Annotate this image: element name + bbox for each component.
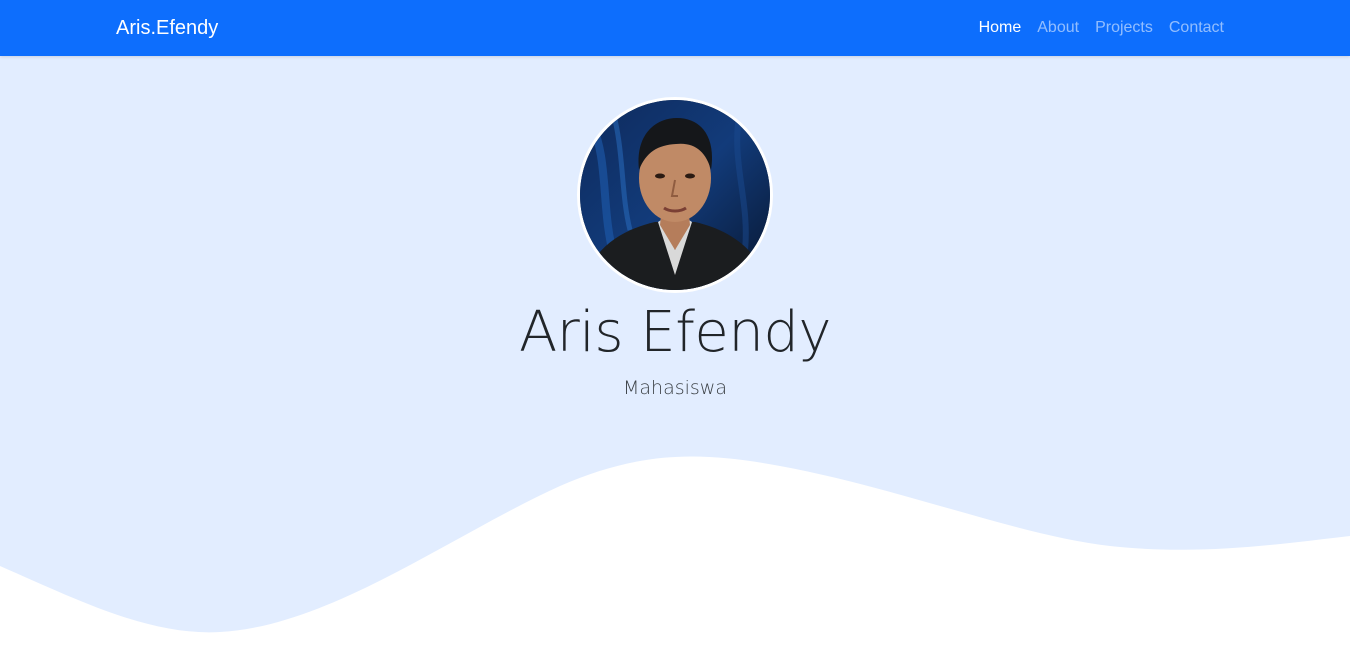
- nav-link-contact[interactable]: Contact: [1169, 17, 1224, 39]
- hero-role: Mahasiswa: [623, 377, 727, 399]
- nav-link-projects[interactable]: Projects: [1095, 17, 1153, 39]
- nav-link-about[interactable]: About: [1037, 17, 1079, 39]
- hero-section: Aris Efendy Mahasiswa: [0, 56, 1350, 656]
- profile-photo-icon: [580, 100, 770, 290]
- profile-avatar: [577, 97, 773, 293]
- nav-link-home[interactable]: Home: [979, 17, 1022, 39]
- brand-link[interactable]: Aris.Efendy: [116, 15, 218, 41]
- hero-name: Aris Efendy: [518, 300, 832, 365]
- nav-links: Home About Projects Contact: [979, 17, 1224, 39]
- navbar: Aris.Efendy Home About Projects Contact: [0, 0, 1350, 56]
